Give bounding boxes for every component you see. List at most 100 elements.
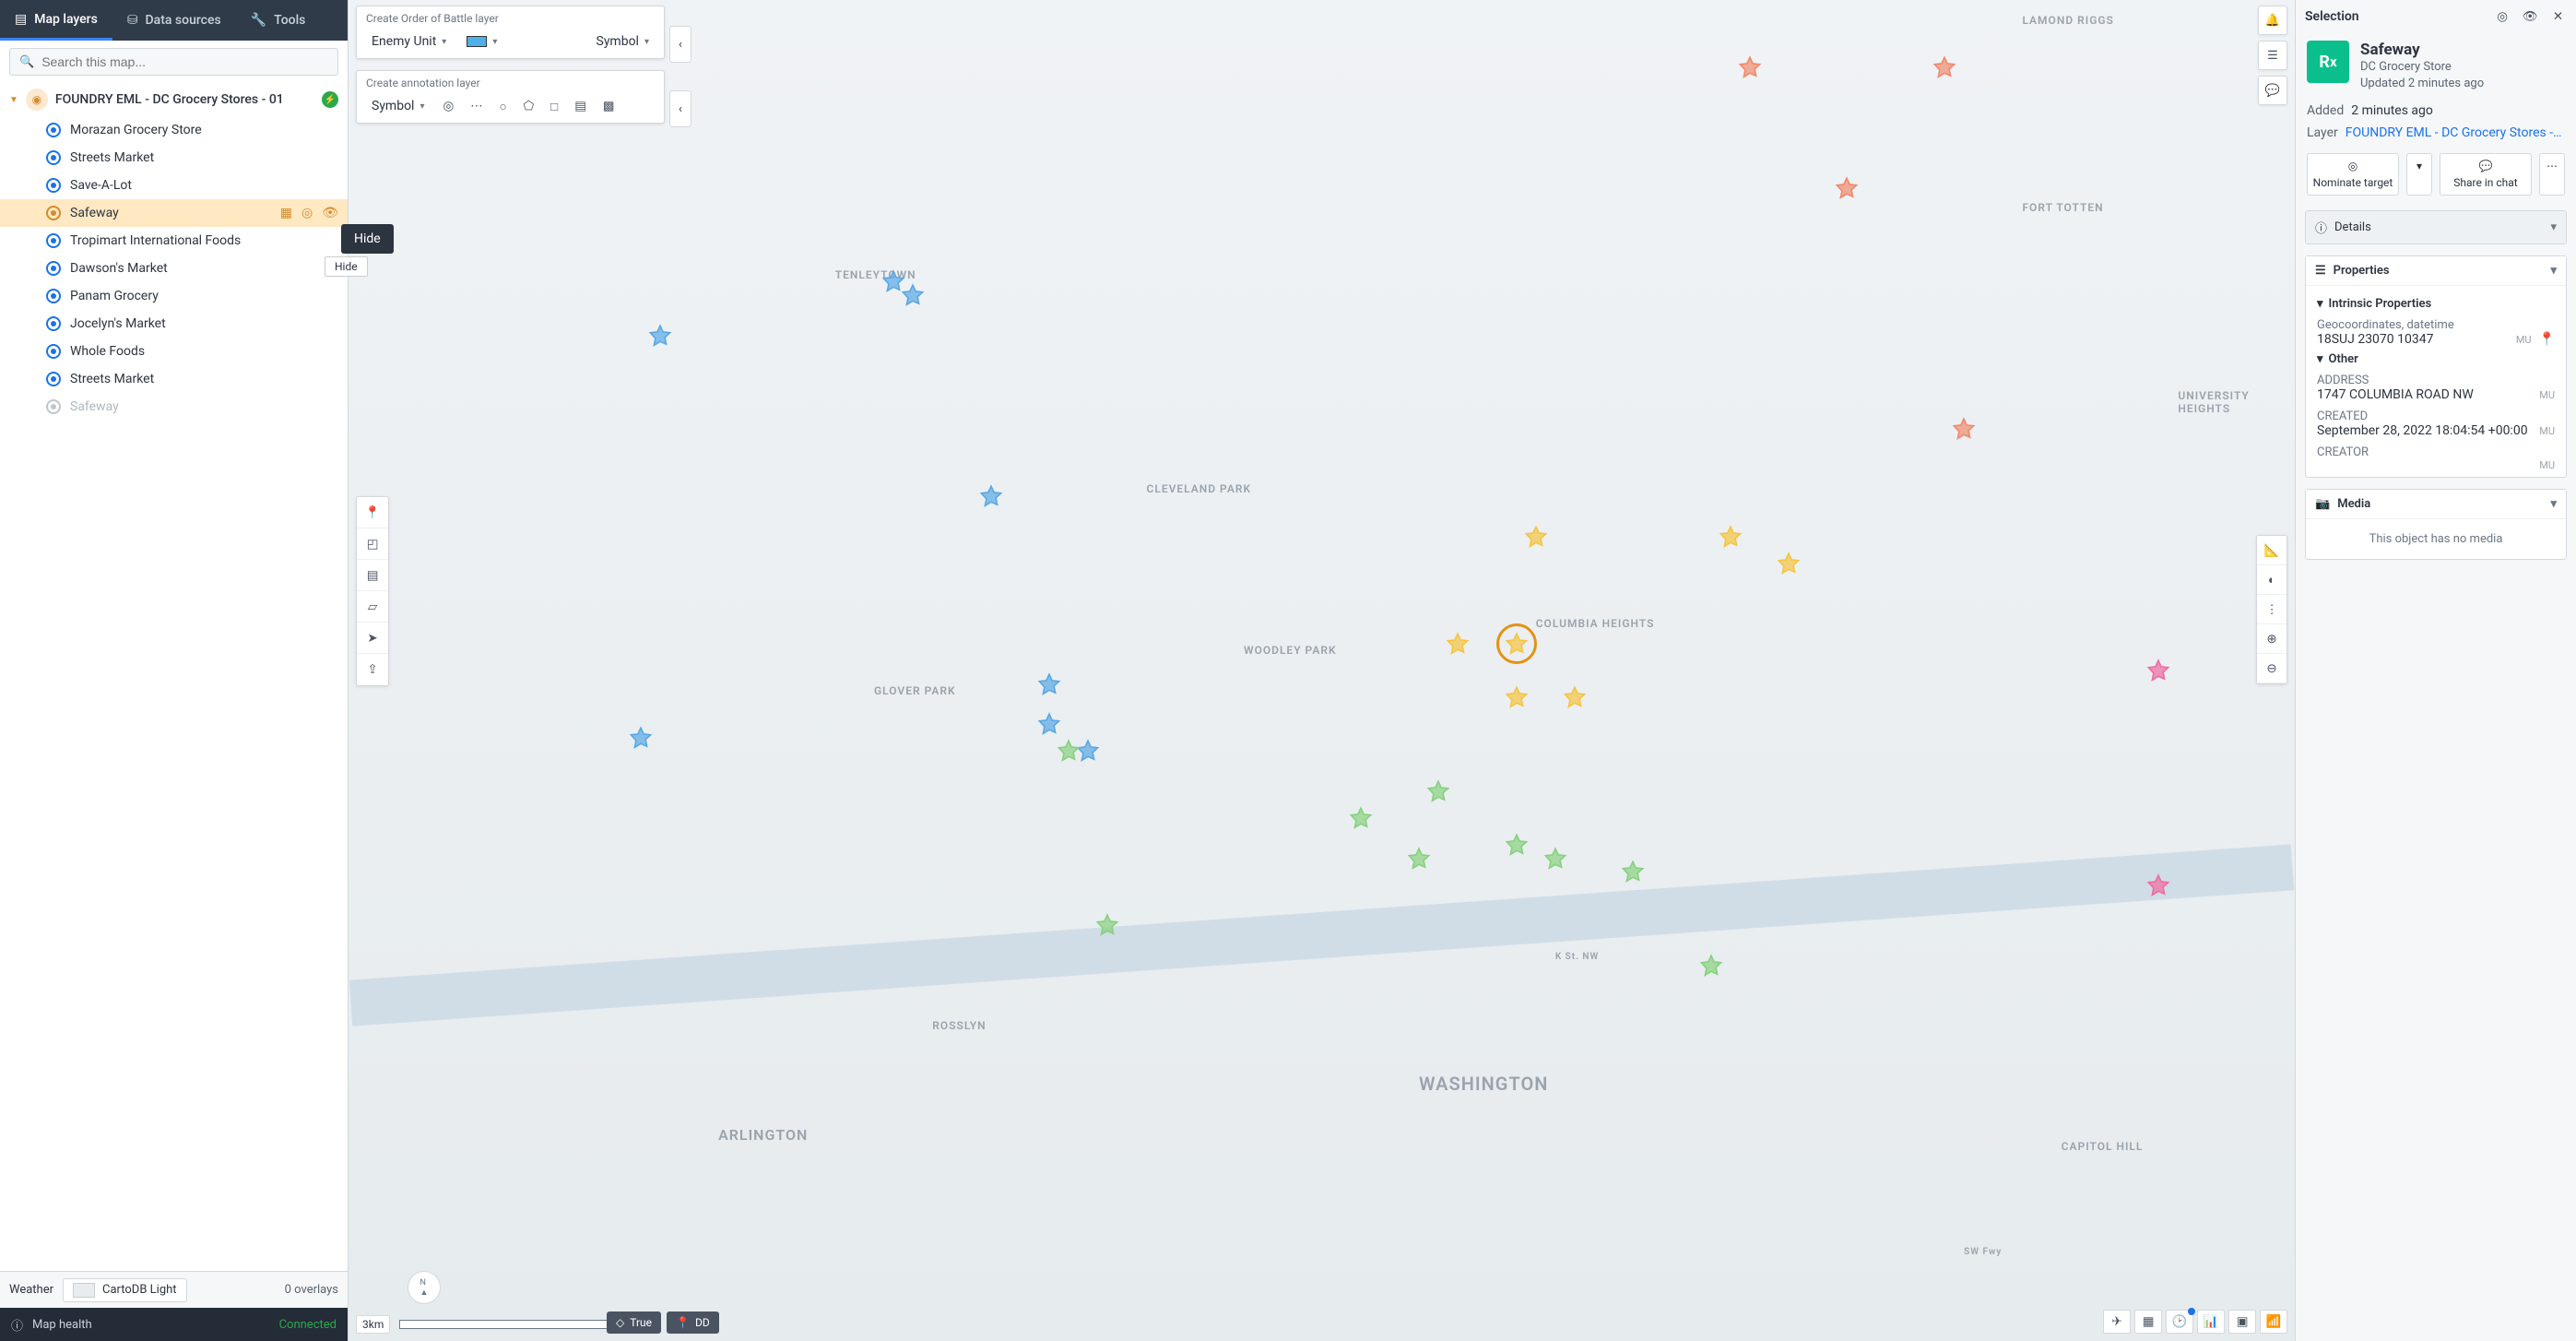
chart-icon[interactable]: 📊 xyxy=(2197,1310,2225,1334)
more-button[interactable]: ⋯ xyxy=(2539,153,2565,196)
pill-true[interactable]: ◇True xyxy=(607,1311,661,1334)
layer-item[interactable]: Panam Grocery xyxy=(0,282,348,310)
chat-icon[interactable]: 💬 xyxy=(2258,76,2287,105)
map-marker-star[interactable] xyxy=(1699,954,1723,978)
send-tool-icon[interactable]: ➤ xyxy=(357,623,388,654)
map-marker-star[interactable] xyxy=(1446,632,1470,656)
intrinsic-header[interactable]: ▾Intrinsic Properties xyxy=(2317,297,2555,311)
map-marker-star[interactable] xyxy=(1543,847,1567,871)
map-marker-star[interactable] xyxy=(979,484,1003,508)
upload-tool-icon[interactable]: ⇪ xyxy=(357,654,388,685)
layer-item[interactable]: Whole Foods xyxy=(0,338,348,365)
map-marker-star[interactable] xyxy=(1095,913,1119,937)
ruler-icon[interactable]: 📐 xyxy=(2257,536,2286,565)
tab-map-layers[interactable]: ▤ Map layers xyxy=(0,0,112,41)
plane-icon[interactable]: ✈ xyxy=(2103,1310,2131,1334)
map-marker-star[interactable] xyxy=(1349,806,1373,830)
map-marker-star[interactable] xyxy=(1407,847,1431,871)
layer-item[interactable]: Streets Market xyxy=(0,365,348,393)
layer-item[interactable]: Streets Market xyxy=(0,144,348,172)
map-marker-star[interactable] xyxy=(1037,672,1061,696)
layer-link[interactable]: FOUNDRY EML - DC Grocery Stores -… xyxy=(2346,125,2562,140)
details-header[interactable]: ⓘ Details ▾ xyxy=(2306,211,2566,243)
table-icon[interactable]: ▦ xyxy=(2134,1310,2162,1334)
oob-collapse-button[interactable]: ‹ xyxy=(669,26,691,63)
layer-item[interactable]: Morazan Grocery Store xyxy=(0,116,348,144)
map-marker-star[interactable] xyxy=(1563,685,1587,709)
erase-tool-icon[interactable]: ▱ xyxy=(357,591,388,623)
layer-item[interactable]: Dawson's Market xyxy=(0,255,348,282)
point-tool-icon[interactable]: ◎ xyxy=(440,95,458,117)
broadcast-icon[interactable]: 📶 xyxy=(2260,1310,2287,1334)
map-marker-star[interactable] xyxy=(1738,55,1762,79)
layer-item[interactable]: Tropimart International Foods xyxy=(0,227,348,255)
map-canvas[interactable]: WASHINGTON ARLINGTON ROSSLYN GLOVER PARK… xyxy=(349,0,2295,1341)
tab-tools[interactable]: 🔧 Tools xyxy=(236,0,321,41)
dots-icon[interactable]: ⋮ xyxy=(2257,595,2286,624)
map-marker-star[interactable] xyxy=(648,324,672,348)
window-tool-icon[interactable]: ◰ xyxy=(357,528,388,560)
map-marker-star[interactable] xyxy=(1621,860,1645,884)
map-marker-star[interactable] xyxy=(1505,833,1529,857)
circle-tool-icon[interactable]: ○ xyxy=(495,96,510,117)
pin-icon[interactable]: 📍 xyxy=(2539,332,2555,347)
pin-tool-icon[interactable]: 📍 xyxy=(357,497,388,528)
card-icon[interactable]: ▦ xyxy=(280,206,292,220)
oob-symbol-dd[interactable]: Symbol xyxy=(591,30,656,53)
basemap-select[interactable]: CartoDB Light xyxy=(63,1278,187,1302)
map-marker-star[interactable] xyxy=(1952,417,1976,441)
zoom-out-icon[interactable]: ⊖ xyxy=(2257,654,2286,683)
weather-label[interactable]: Weather xyxy=(9,1283,53,1297)
zoom-in-icon[interactable]: ⊕ xyxy=(2257,624,2286,654)
compass-widget[interactable]: N▲ xyxy=(408,1271,441,1304)
ann-collapse-button[interactable]: ‹ xyxy=(669,90,691,127)
map-marker-star[interactable] xyxy=(2146,873,2170,897)
tab-data-sources[interactable]: ⛁ Data sources xyxy=(112,0,236,41)
nominate-dd[interactable]: ▾ xyxy=(2406,153,2432,196)
search-input[interactable] xyxy=(41,54,328,69)
layer-item[interactable]: Jocelyn's Market xyxy=(0,310,348,338)
map-marker-star[interactable] xyxy=(1505,685,1529,709)
media-header[interactable]: 📷 Media ▾ xyxy=(2306,490,2566,519)
eye-icon[interactable]: 👁 xyxy=(322,206,338,220)
rect-tool-icon[interactable]: □ xyxy=(547,96,561,117)
map-marker-star[interactable] xyxy=(1037,712,1061,736)
map-marker-star[interactable] xyxy=(1719,525,1743,549)
map-marker-star[interactable] xyxy=(629,726,653,750)
map-marker-star[interactable] xyxy=(2146,659,2170,682)
nominate-button[interactable]: ◎ Nominate target xyxy=(2307,153,2399,196)
grid-tool-icon[interactable]: ▤ xyxy=(357,560,388,591)
clock-icon[interactable]: 🕑 xyxy=(2166,1310,2193,1334)
text-tool-icon[interactable]: ▤ xyxy=(571,95,590,117)
map-marker-star[interactable] xyxy=(1932,55,1956,79)
target-icon[interactable]: ◎ xyxy=(2493,7,2511,26)
close-icon[interactable]: ✕ xyxy=(2549,7,2567,26)
oob-enemy-dd[interactable]: Enemy Unit xyxy=(366,30,452,53)
layer-item[interactable]: Safeway xyxy=(0,393,348,421)
properties-header[interactable]: ☰ Properties ▾ xyxy=(2306,256,2566,286)
line-tool-icon[interactable]: ⋯ xyxy=(467,95,486,117)
focus-icon[interactable]: ▣ xyxy=(2228,1310,2256,1334)
layer-list[interactable]: Morazan Grocery StoreStreets MarketSave-… xyxy=(0,116,348,1271)
search-input-wrap[interactable]: 🔍 xyxy=(9,48,338,76)
layer-item[interactable]: Save-A-Lot xyxy=(0,172,348,199)
bell-icon[interactable]: 🔔 xyxy=(2258,6,2287,35)
map-marker-star[interactable] xyxy=(1777,552,1801,576)
eye-icon[interactable]: 👁 xyxy=(2519,7,2542,26)
oob-color-dd[interactable] xyxy=(461,32,502,51)
overlays-count[interactable]: 0 overlays xyxy=(285,1283,338,1297)
map-marker-star[interactable] xyxy=(1426,779,1450,803)
compass-icon[interactable]: ◐ xyxy=(2257,565,2286,595)
map-marker-star[interactable] xyxy=(1524,525,1548,549)
map-marker-star[interactable] xyxy=(1057,739,1081,763)
layer-item[interactable]: Safeway▦◎👁 xyxy=(0,199,348,227)
share-button[interactable]: 💬 Share in chat xyxy=(2440,153,2532,196)
image-tool-icon[interactable]: ▩ xyxy=(599,95,619,117)
other-header[interactable]: ▾Other xyxy=(2317,352,2555,366)
list-toggle-icon[interactable]: ☰ xyxy=(2258,41,2287,70)
map-marker-star[interactable] xyxy=(1835,176,1859,200)
polygon-tool-icon[interactable]: ⬠ xyxy=(520,95,538,117)
pill-dd[interactable]: 📍DD xyxy=(667,1311,719,1334)
ann-symbol-dd[interactable]: Symbol xyxy=(366,95,431,117)
layer-group-header[interactable]: ▼ ◉ FOUNDRY EML - DC Grocery Stores - 01… xyxy=(0,83,348,116)
